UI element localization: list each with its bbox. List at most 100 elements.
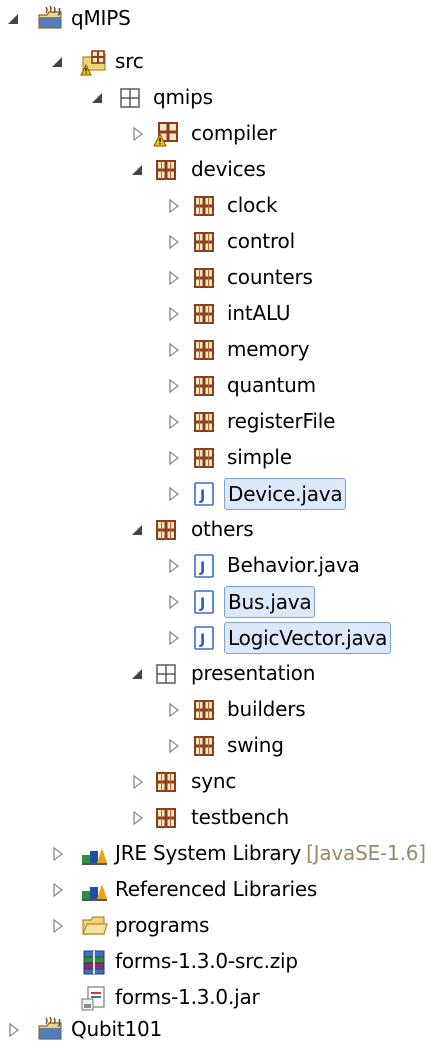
tree-item-logicvector-java[interactable]: J LogicVector.java [0,620,442,656]
expanded-arrow-icon[interactable] [128,664,148,684]
tree-item-label[interactable]: qmips [150,82,216,112]
tree-item-src[interactable]: src [0,44,442,80]
tree-item-label[interactable]: Device.java [224,478,347,510]
tree-item-programs[interactable]: programs [0,908,442,944]
collapsed-arrow-icon[interactable] [128,808,148,828]
tree-item-label[interactable]: clock [224,190,280,220]
tree-item-device-java[interactable]: J Device.java [0,476,442,512]
tree-item-bus-java[interactable]: J Bus.java [0,584,442,620]
tree-item-label[interactable]: devices [188,154,269,184]
tree-item-label[interactable]: counters [224,262,316,292]
tree-item-testbench[interactable]: testbench [0,800,442,836]
tree-item-others[interactable]: others [0,512,442,548]
tree-item-text: presentation [191,661,316,685]
tree-item-label[interactable]: quantum [224,370,319,400]
collapsed-arrow-icon[interactable] [164,376,184,396]
collapsed-arrow-icon[interactable] [164,736,184,756]
collapsed-arrow-icon[interactable] [48,916,68,936]
collapsed-arrow-icon[interactable] [164,628,184,648]
tree-item-text: devices [191,157,266,181]
tree-item-compiler[interactable]: compiler [0,116,442,152]
tree-item-registerfile[interactable]: registerFile [0,404,442,440]
expanded-arrow-icon[interactable] [128,160,148,180]
tree-item-label[interactable]: swing [224,730,287,760]
collapsed-arrow-icon[interactable] [164,268,184,288]
tree-item-label[interactable]: control [224,226,298,256]
java-file-icon: J [190,624,218,652]
svg-text:J: J [199,632,205,648]
expanded-arrow-icon[interactable] [88,88,108,108]
collapsed-arrow-icon[interactable] [164,412,184,432]
tree-item-devices[interactable]: devices [0,152,442,188]
tree-item-label[interactable]: intALU [224,298,293,328]
collapsed-arrow-icon[interactable] [164,196,184,216]
expanded-arrow-icon[interactable] [128,520,148,540]
tree-item-label[interactable]: forms-1.3.0-src.zip [112,946,301,976]
tree-item-text: sync [191,769,237,793]
tree-item-label[interactable]: programs [112,910,212,940]
package-icon [152,804,180,832]
tree-item-label[interactable]: builders [224,694,309,724]
tree-item-swing[interactable]: swing [0,728,442,764]
svg-text:J: J [57,1018,61,1027]
package-warning-icon [152,120,180,148]
collapsed-arrow-icon[interactable] [164,484,184,504]
tree-item-label[interactable]: memory [224,334,312,364]
collapsed-arrow-icon[interactable] [164,448,184,468]
tree-item-memory[interactable]: memory [0,332,442,368]
tree-item-text: compiler [191,121,277,145]
tree-item-counters[interactable]: counters [0,260,442,296]
tree-item-label[interactable]: src [112,46,147,76]
tree-item-qmips[interactable]: qmips [0,80,442,116]
collapsed-arrow-icon[interactable] [164,304,184,324]
tree-item-label[interactable]: presentation [188,658,318,688]
tree-item-builders[interactable]: builders [0,692,442,728]
tree-item-presentation[interactable]: presentation [0,656,442,692]
tree-item-label[interactable]: Referenced Libraries [112,874,320,904]
tree-item-label[interactable]: compiler [188,118,279,148]
tree-item-label[interactable]: testbench [188,802,292,832]
tree-item-text: quantum [227,373,316,397]
collapsed-arrow-icon[interactable] [48,844,68,864]
collapsed-arrow-icon[interactable] [128,772,148,792]
tree-item-text: LogicVector.java [228,626,388,650]
collapsed-arrow-icon[interactable] [164,340,184,360]
tree-item-clock[interactable]: clock [0,188,442,224]
library-icon [80,876,108,904]
tree-item-label[interactable]: others [188,514,257,544]
collapsed-arrow-icon[interactable] [128,124,148,144]
tree-item-forms-1-3-0-src-zip[interactable]: forms-1.3.0-src.zip [0,944,442,980]
tree-item-label[interactable]: qMIPS [68,3,134,33]
tree-item-label[interactable]: Qubit101 [68,1014,165,1044]
tree-item-label[interactable]: simple [224,442,295,472]
tree-item-jre-system-library[interactable]: JRE System Library [JavaSE-1.6] [0,836,442,872]
tree-item-forms-1-3-0-jar[interactable]: forms-1.3.0.jar [0,980,442,1016]
tree-item-text: Device.java [228,482,343,506]
tree-item-qubit101[interactable]: J Qubit101 [0,1012,442,1048]
tree-item-qmips[interactable]: J qMIPS [0,1,442,37]
collapsed-arrow-icon[interactable] [4,1020,24,1040]
tree-item-label[interactable]: Behavior.java [224,550,363,580]
collapsed-arrow-icon[interactable] [164,232,184,252]
tree-item-simple[interactable]: simple [0,440,442,476]
tree-item-label[interactable]: forms-1.3.0.jar [112,982,263,1012]
tree-item-label[interactable]: LogicVector.java [224,622,392,654]
tree-item-sync[interactable]: sync [0,764,442,800]
collapsed-arrow-icon[interactable] [164,700,184,720]
collapsed-arrow-icon[interactable] [48,880,68,900]
tree-item-text: Bus.java [228,590,312,614]
tree-item-label[interactable]: registerFile [224,406,338,436]
tree-item-intalu[interactable]: intALU [0,296,442,332]
expanded-arrow-icon[interactable] [4,9,24,29]
expanded-arrow-icon[interactable] [48,52,68,72]
tree-item-quantum[interactable]: quantum [0,368,442,404]
tree-item-label[interactable]: JRE System Library [JavaSE-1.6] [112,838,429,868]
tree-item-control[interactable]: control [0,224,442,260]
zip-archive-icon [80,948,108,976]
tree-item-referenced-libraries[interactable]: Referenced Libraries [0,872,442,908]
tree-item-label[interactable]: Bus.java [224,586,316,618]
tree-item-behavior-java[interactable]: J Behavior.java [0,548,442,584]
collapsed-arrow-icon[interactable] [164,592,184,612]
tree-item-label[interactable]: sync [188,766,239,796]
collapsed-arrow-icon[interactable] [164,556,184,576]
